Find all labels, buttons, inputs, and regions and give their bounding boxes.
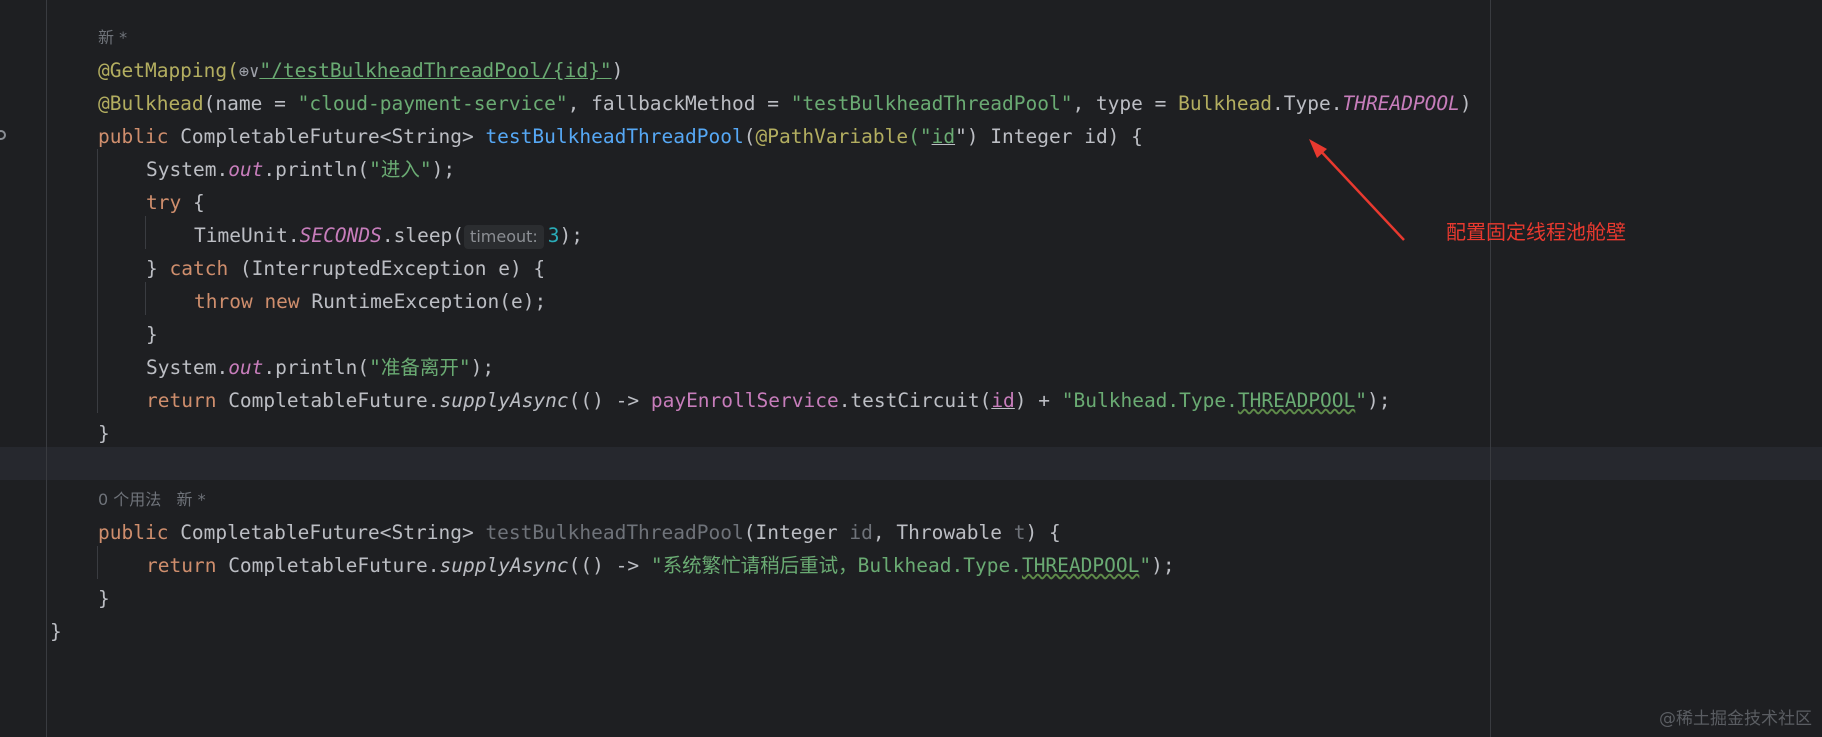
annotation-arrow [1309, 139, 1405, 241]
code-editor[interactable]: 新 * @GetMapping(⊕∨"/testBulkheadThreadPo… [0, 0, 1822, 737]
watermark: @稀土掘金技术社区 [1659, 709, 1812, 729]
annotation-label: 配置固定线程池舱壁 [1446, 220, 1626, 244]
